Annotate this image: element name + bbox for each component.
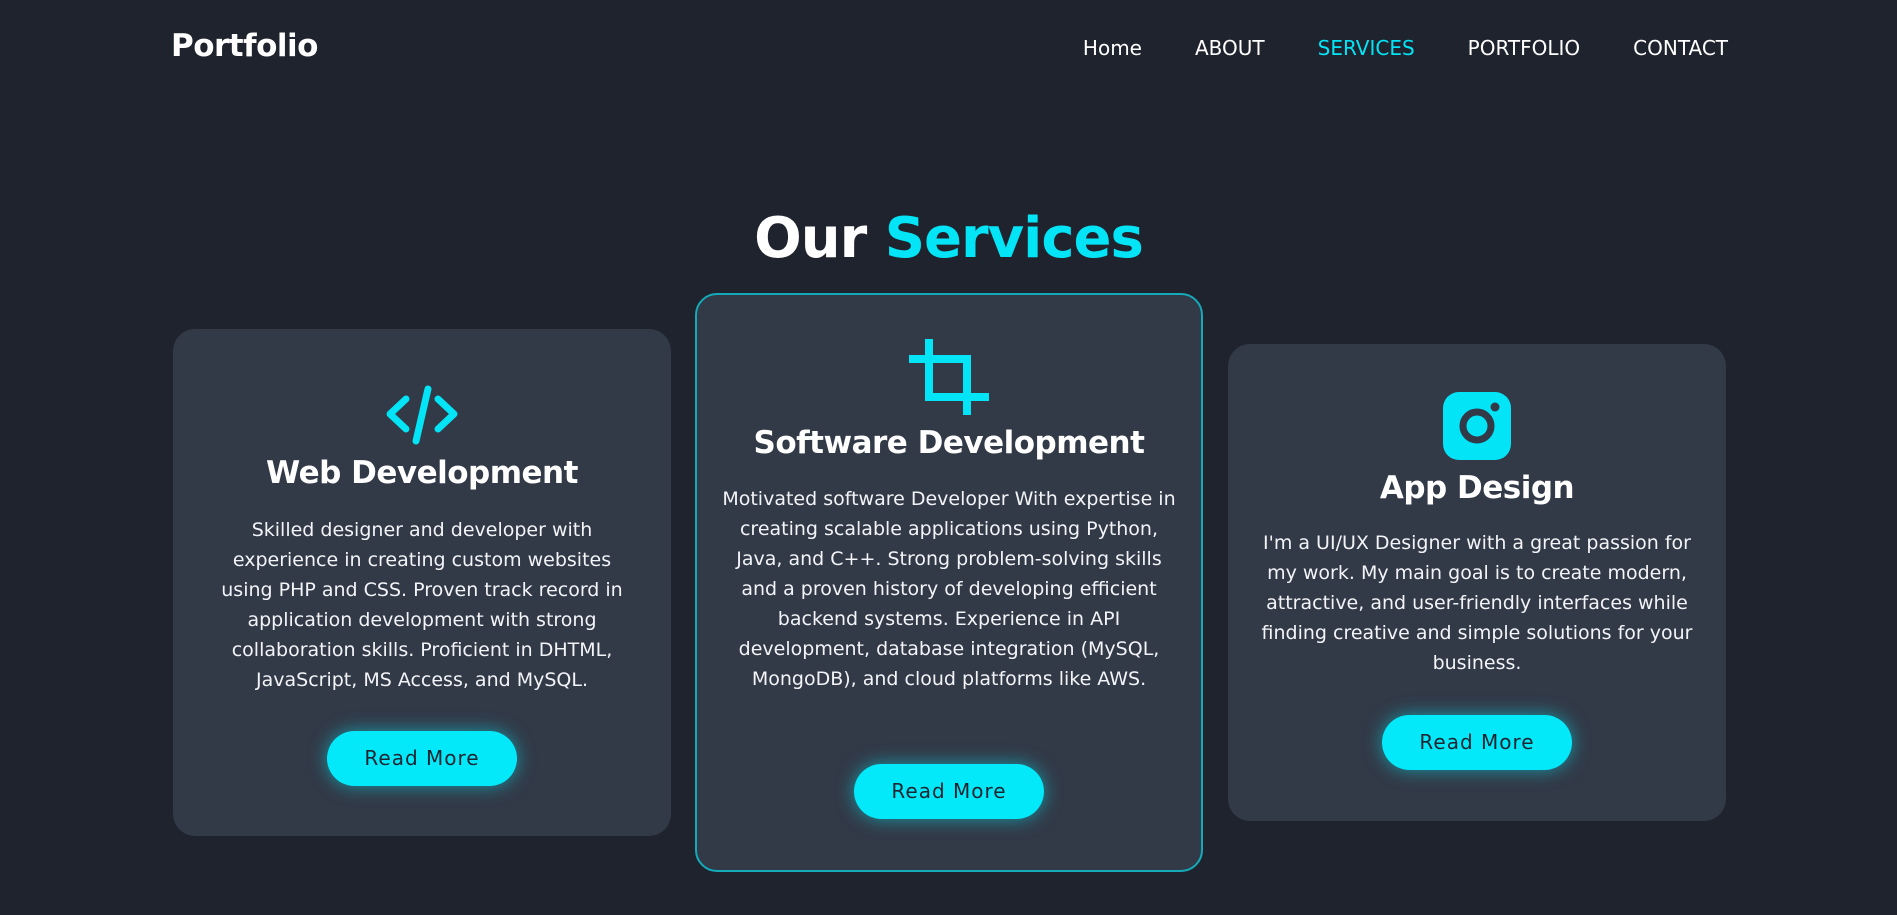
service-card-web-development: Web Development Skilled designer and dev… xyxy=(173,329,671,836)
crop-icon xyxy=(907,337,991,419)
section-title: Our Services xyxy=(0,204,1897,274)
nav-contact[interactable]: CONTACT xyxy=(1633,36,1728,60)
card-description: Motivated software Developer With expert… xyxy=(722,488,1176,690)
main-nav: Home ABOUT SERVICES PORTFOLIO CONTACT xyxy=(1083,36,1728,60)
card-description: Skilled designer and developer with expe… xyxy=(221,519,623,691)
instagram-icon xyxy=(1443,392,1511,464)
card-title: Software Development xyxy=(753,425,1145,461)
nav-portfolio[interactable]: PORTFOLIO xyxy=(1468,36,1581,60)
site-logo[interactable]: Portfolio xyxy=(171,28,318,64)
section-title-accent: Services xyxy=(884,206,1144,272)
service-card-software-development: Software Development Motivated software … xyxy=(695,293,1203,872)
card-title: App Design xyxy=(1379,470,1575,506)
card-title: Web Development xyxy=(266,455,578,491)
card-description: I'm a UI/UX Designer with a great passio… xyxy=(1261,532,1693,674)
code-icon xyxy=(384,385,460,449)
read-more-button[interactable]: Read More xyxy=(327,731,517,786)
service-card-app-design: App Design I'm a UI/UX Designer with a g… xyxy=(1228,344,1726,821)
site-header: Portfolio Home ABOUT SERVICES PORTFOLIO … xyxy=(0,0,1897,96)
read-more-button[interactable]: Read More xyxy=(854,764,1044,819)
nav-services[interactable]: SERVICES xyxy=(1318,36,1415,60)
section-title-plain: Our xyxy=(754,206,867,272)
nav-about[interactable]: ABOUT xyxy=(1195,36,1265,60)
read-more-button[interactable]: Read More xyxy=(1382,715,1572,770)
nav-home[interactable]: Home xyxy=(1083,36,1142,60)
